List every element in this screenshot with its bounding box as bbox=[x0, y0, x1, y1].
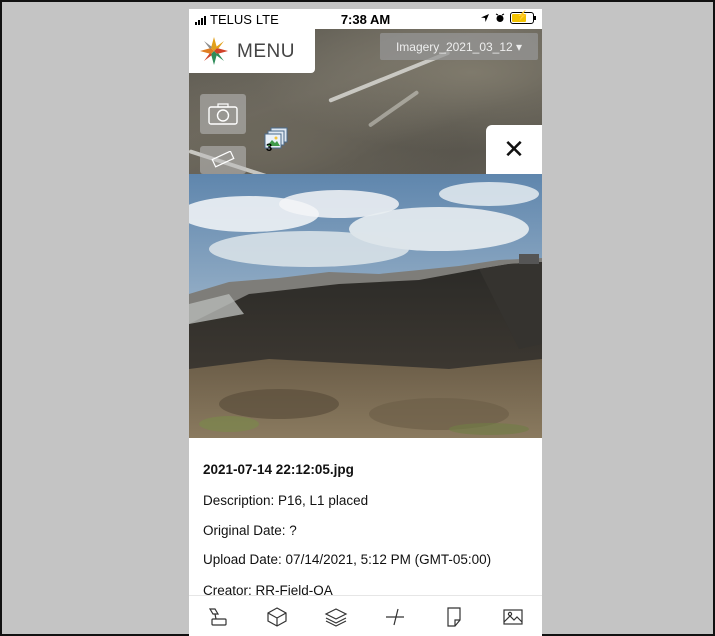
map-view[interactable]: MENU Imagery_2021_03_12 ▾ 3 ✕ bbox=[189, 29, 542, 187]
gallery-button[interactable] bbox=[499, 603, 527, 631]
map-road-feature bbox=[367, 89, 420, 128]
battery-icon: ⚡ bbox=[510, 11, 536, 24]
ruler-icon bbox=[211, 151, 235, 168]
status-icons: ⚡ bbox=[480, 11, 536, 24]
app-logo-icon bbox=[200, 37, 228, 65]
photo-original-date: Original Date: ? bbox=[203, 523, 297, 538]
alarm-icon bbox=[495, 13, 505, 22]
measure-button[interactable] bbox=[381, 603, 409, 631]
image-icon bbox=[502, 608, 523, 625]
camera-icon bbox=[208, 103, 238, 125]
menu-button[interactable]: MENU bbox=[189, 29, 315, 73]
layers-button[interactable] bbox=[322, 603, 350, 631]
draw-tool-button[interactable] bbox=[204, 603, 232, 631]
notes-button[interactable] bbox=[440, 603, 468, 631]
menu-label: MENU bbox=[237, 41, 295, 62]
ruler-button[interactable] bbox=[200, 146, 246, 174]
camera-button[interactable] bbox=[200, 94, 246, 134]
cube-icon bbox=[267, 606, 287, 627]
close-icon: ✕ bbox=[503, 134, 525, 164]
imagery-dropdown[interactable]: Imagery_2021_03_12 ▾ bbox=[380, 33, 538, 60]
photo-count: 3 bbox=[266, 142, 273, 154]
layers-icon bbox=[324, 607, 348, 627]
site-photo-image bbox=[189, 174, 542, 438]
location-arrow-icon bbox=[481, 14, 489, 22]
draw-icon bbox=[209, 607, 228, 626]
photo-upload-date: Upload Date: 07/14/2021, 5:12 PM (GMT-05… bbox=[203, 552, 492, 567]
phone-screen: TELUS LTE 7:38 AM ⚡ MENU Imagery_2021_03… bbox=[189, 9, 542, 636]
site-photo bbox=[189, 174, 542, 438]
measure-icon bbox=[385, 608, 404, 625]
photo-filename: 2021-07-14 22:12:05.jpg bbox=[203, 462, 354, 477]
photo-description: Description: P16, L1 placed bbox=[203, 493, 369, 508]
3d-model-button[interactable] bbox=[263, 603, 291, 631]
status-bar: TELUS LTE 7:38 AM ⚡ bbox=[189, 9, 542, 29]
bottom-toolbar bbox=[189, 595, 542, 636]
photo-details-panel: 2021-07-14 22:12:05.jpg Description: P16… bbox=[189, 438, 542, 598]
note-icon bbox=[447, 606, 461, 627]
close-button[interactable]: ✕ bbox=[486, 125, 542, 174]
